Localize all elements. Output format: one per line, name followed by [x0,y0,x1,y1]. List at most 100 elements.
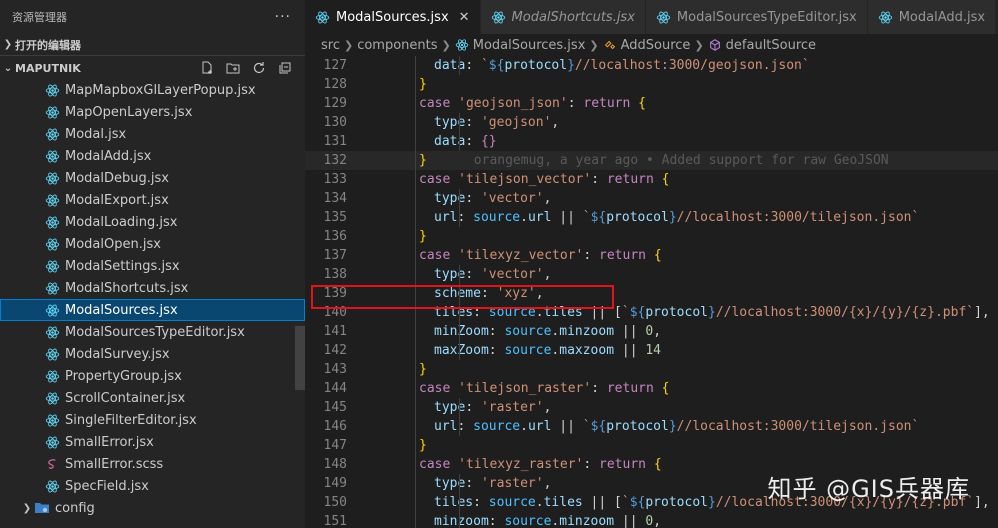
code-token: : [473,495,489,510]
file-item[interactable]: ModalExport.jsx [0,189,305,211]
react-icon [44,478,60,494]
new-file-icon[interactable] [199,60,215,76]
project-section[interactable]: ⌄ MAPUTNIK [0,57,305,79]
code-token: : [488,324,505,339]
code-content: } orangemug, a year ago • Added support … [347,151,889,170]
code-token: 'tilexyz_raster' [458,457,584,472]
code-token: || [614,514,646,528]
indent-guide [459,56,460,75]
collapse-all-icon[interactable] [277,60,293,76]
code-content: scheme: 'xyz', [347,284,544,303]
line-number: 138 [323,267,347,282]
file-item[interactable]: Modal.jsx [0,123,305,145]
tab-modalsources[interactable]: ModalSources.jsx ✕ [305,0,481,34]
react-icon [44,192,60,208]
line-number: 132 [323,153,347,168]
react-glyph [45,348,59,360]
indent-guide [415,170,416,189]
code-content: } [347,360,427,379]
file-item[interactable]: ModalSurvey.jsx [0,343,305,365]
file-label: ModalExport.jsx [65,192,169,208]
indent-guide [415,417,416,436]
folder-config-icon [34,500,50,516]
open-editors-section[interactable]: ❯ 打开的编辑器 [0,34,305,56]
line-number: 149 [323,476,347,491]
code-token: . [520,419,528,434]
code-token: //localhost:3000/tilejson.json` [676,419,920,434]
code-token: . [520,210,528,225]
indent-guide [415,455,416,474]
tab-bar: ModalSources.jsx ✕ ModalShortcuts.jsx Modal… [305,0,998,34]
file-item[interactable]: MapMapboxGlLayerPopup.jsx [0,79,305,101]
sass-glyph [47,458,56,469]
indent-guide [459,284,460,303]
chevron-right-icon: ❯ [441,38,451,52]
file-item[interactable]: ModalSources.jsx [0,299,305,321]
code-token: data [434,58,466,73]
tab-modalshortcuts[interactable]: ModalShortcuts.jsx [480,0,646,34]
chevron-right-icon: ❯ [589,38,599,52]
tab-modalsourcestypeeditor[interactable]: ModalSourcesTypeEditor.jsx [645,0,868,34]
code-token: //localhost:3000/tilejson.json` [676,210,920,225]
code-token: : [583,457,600,472]
file-item[interactable]: ModalShortcuts.jsx [0,277,305,299]
close-icon[interactable]: ✕ [459,10,470,25]
code-token: protocol [606,210,669,225]
file-item[interactable]: ModalAdd.jsx [0,145,305,167]
code-token: url [434,210,458,225]
file-item[interactable]: MapOpenLayers.jsx [0,101,305,123]
file-item[interactable]: ScrollContainer.jsx [0,387,305,409]
file-item[interactable]: SingleFilterEditor.jsx [0,409,305,431]
code-token: url [434,419,458,434]
breadcrumb-item[interactable]: components [357,38,437,53]
folder-config[interactable]: ❯ config [0,497,305,519]
code-line: 133 case 'tilejson_vector': return { [305,170,998,189]
new-folder-icon[interactable] [225,60,241,76]
file-item[interactable]: SmallError.jsx [0,431,305,453]
file-label: SpecField.jsx [65,478,149,494]
file-item[interactable]: SpecField.jsx [0,475,305,497]
file-item[interactable]: ModalLoading.jsx [0,211,305,233]
react-icon [44,236,60,252]
react-glyph [45,128,59,140]
code-token: } [567,58,575,73]
file-item[interactable]: ModalSettings.jsx [0,255,305,277]
breadcrumb-item[interactable]: AddSource [603,38,690,53]
breadcrumb-item[interactable]: ModalSources.jsx [455,38,585,53]
react-icon [44,368,60,384]
file-label: ModalOpen.jsx [65,236,161,252]
sidebar-scrollbar[interactable] [295,326,305,390]
code-view[interactable]: 127 data: `${protocol}//localhost:3000/ge… [305,56,998,528]
refresh-icon[interactable] [251,60,267,76]
code-line: 147} [305,436,998,455]
indent-guide [459,322,460,341]
line-number: 127 [323,58,347,73]
file-item[interactable]: PropertyGroup.jsx [0,365,305,387]
breadcrumb-item[interactable]: defaultSource [708,38,816,53]
code-token: tiles [434,495,474,510]
indent-guide [459,132,460,151]
indent-guide [415,227,416,246]
explorer-header: 资源管理器 ··· [0,0,305,34]
code-token: minzoom [559,514,615,528]
tab-label: ModalSourcesTypeEditor.jsx [676,9,857,25]
code-token: protocol [645,495,708,510]
code-token: source [504,514,552,528]
code-token: ${ [629,305,646,320]
code-token: { [661,381,670,396]
code-token: ` [480,58,489,73]
tab-modaladd[interactable]: ModalAdd.jsx [867,0,997,34]
code-token: source [504,324,552,339]
react-glyph [45,172,59,184]
file-item[interactable]: ModalSourcesTypeEditor.jsx [0,321,305,343]
file-item[interactable]: SmallError.scss [0,453,305,475]
file-item[interactable]: ModalOpen.jsx [0,233,305,255]
line-number: 142 [323,343,347,358]
code-token: } [707,495,716,510]
file-label: ModalSourcesTypeEditor.jsx [65,324,245,340]
code-line: 134 type: 'vector', [305,189,998,208]
breadcrumb-item[interactable]: src [321,38,340,53]
react-glyph [45,480,59,492]
file-item[interactable]: ModalDebug.jsx [0,167,305,189]
more-actions-icon[interactable]: ··· [275,9,291,25]
